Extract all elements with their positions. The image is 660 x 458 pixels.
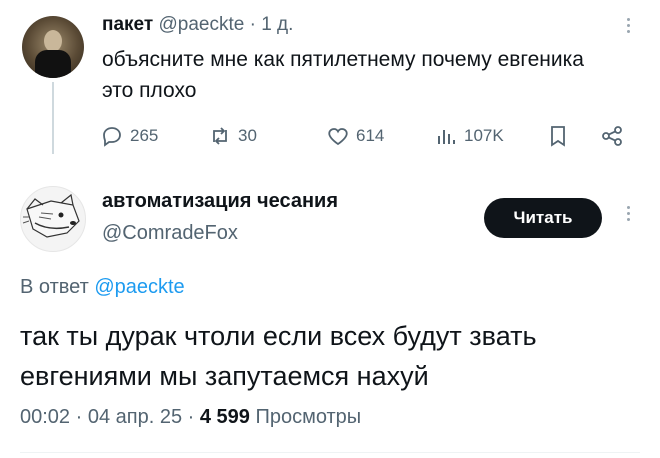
reply-to-handle[interactable]: @paeckte xyxy=(94,276,184,298)
views-count: 4 599 xyxy=(199,406,250,428)
tweet-timestamp[interactable]: 00:02 · 04 апр. 25 · xyxy=(20,406,194,428)
more-icon[interactable] xyxy=(626,206,632,224)
reply-icon xyxy=(103,127,121,147)
divider xyxy=(20,452,640,453)
reply-prefix: В ответ xyxy=(20,276,89,298)
tweet-time[interactable]: · 1 д. xyxy=(250,14,294,35)
avatar[interactable] xyxy=(20,186,86,252)
reply-count: 265 xyxy=(130,126,159,145)
avatar-body xyxy=(35,50,71,78)
views-count: 107K xyxy=(464,126,504,145)
reply-author-handle[interactable]: @ComradeFox xyxy=(102,222,238,245)
views-icon xyxy=(438,130,455,144)
thread-connector-line xyxy=(52,82,54,154)
retweet-button[interactable]: 30 xyxy=(208,124,257,148)
reply-button[interactable]: 265 xyxy=(100,124,158,148)
avatar-head xyxy=(44,30,62,52)
avatar[interactable] xyxy=(22,16,84,78)
author-handle[interactable]: @paeckte xyxy=(158,14,244,35)
reply-context: В ответ @paeckte xyxy=(20,276,185,299)
tweet-text: объясните мне как пятилетнему почему евг… xyxy=(102,48,584,102)
like-button[interactable]: 614 xyxy=(326,124,384,148)
tweet-author: пакет @paeckte · 1 д. xyxy=(102,14,293,36)
bookmark-icon xyxy=(551,126,565,147)
like-count: 614 xyxy=(356,126,385,145)
share-button[interactable] xyxy=(600,124,624,148)
like-icon xyxy=(328,128,348,146)
share-icon xyxy=(602,126,622,146)
views-button[interactable]: 107K xyxy=(434,124,504,148)
more-icon[interactable] xyxy=(626,18,632,36)
retweet-count: 30 xyxy=(238,126,257,145)
retweet-icon xyxy=(213,127,227,145)
bookmark-button[interactable] xyxy=(546,124,570,148)
author-name[interactable]: пакет xyxy=(102,14,153,35)
reply-text: так ты дурак чтоли если всех будут звать… xyxy=(20,321,537,391)
fox-avatar-icon xyxy=(22,193,80,238)
follow-button[interactable]: Читать xyxy=(484,198,602,238)
tweet-meta: 00:02 · 04 апр. 25 · 4 599 Просмотры xyxy=(20,406,361,429)
reply-author-name[interactable]: автоматизация чесания xyxy=(102,190,338,213)
views-label: Просмотры xyxy=(255,406,362,428)
